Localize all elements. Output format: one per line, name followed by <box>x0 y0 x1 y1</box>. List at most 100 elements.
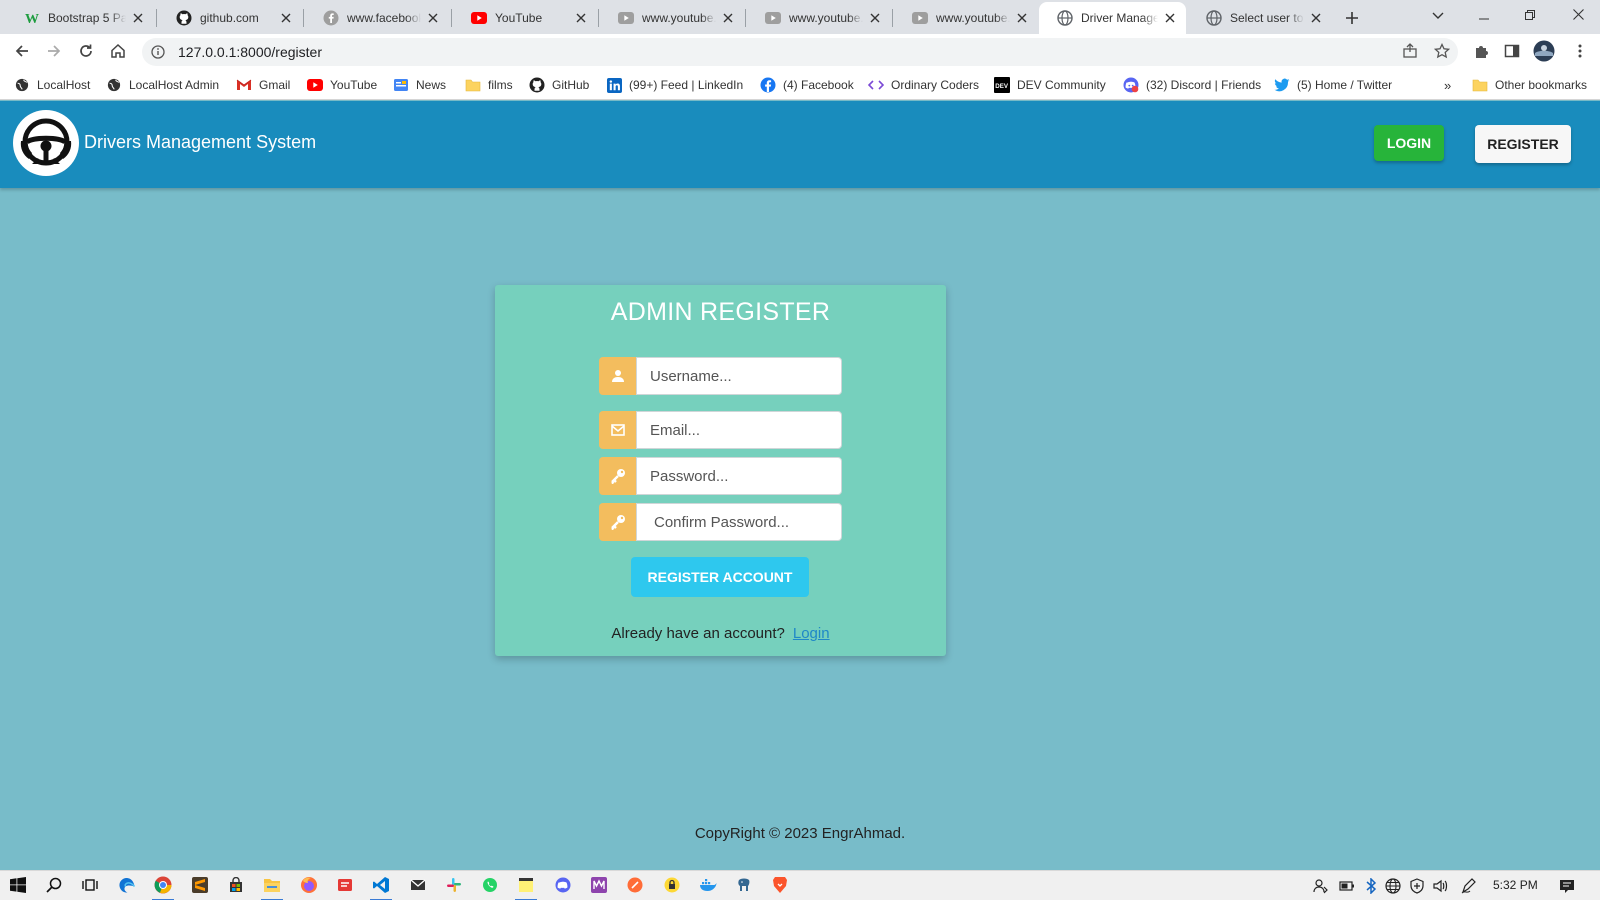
youtube-icon <box>471 10 487 26</box>
taskbar-clock[interactable]: 5:32 PM <box>1493 878 1538 892</box>
taskbar-whatsapp[interactable] <box>475 874 505 898</box>
profile-button[interactable] <box>1530 38 1558 66</box>
tab-youtube-2[interactable]: www.youtube.com <box>600 2 744 34</box>
extensions-button[interactable] <box>1467 38 1495 66</box>
close-icon[interactable] <box>1162 10 1178 26</box>
confirm-password-input[interactable] <box>636 503 842 541</box>
nav-register-button[interactable]: REGISTER <box>1475 125 1571 163</box>
tab-driver-management[interactable]: Driver Management System <box>1039 2 1186 34</box>
taskbar-firefox[interactable] <box>294 874 324 898</box>
tab-bootstrap-pagination[interactable]: W Bootstrap 5 Pagination <box>6 2 154 34</box>
bookmark-gmail[interactable]: Gmail <box>236 75 290 95</box>
bookmarks-overflow-button[interactable]: » <box>1444 75 1451 95</box>
notification-icon[interactable] <box>1558 877 1576 895</box>
close-icon[interactable] <box>130 10 146 26</box>
tab-facebook[interactable]: www.facebook.com <box>305 2 449 34</box>
tab-youtube-3[interactable]: www.youtube.com <box>747 2 891 34</box>
bookmark-facebook[interactable]: (4) Facebook <box>760 75 854 95</box>
username-input[interactable] <box>636 357 842 395</box>
start-button[interactable] <box>3 874 33 898</box>
bookmark-twitter[interactable]: (5) Home / Twitter <box>1274 75 1392 95</box>
network-globe-icon[interactable] <box>1384 877 1402 895</box>
taskbar-chrome[interactable] <box>148 874 178 900</box>
taskbar-postman[interactable] <box>620 874 650 898</box>
tab-github[interactable]: github.com <box>158 2 302 34</box>
taskbar-search-button[interactable] <box>39 874 69 898</box>
steering-wheel-logo[interactable] <box>13 110 79 176</box>
taskbar-store[interactable] <box>221 874 251 898</box>
bluetooth-icon[interactable] <box>1362 877 1380 895</box>
already-have-account-text: Already have an account? <box>611 625 785 642</box>
taskbar-discord[interactable] <box>548 874 578 898</box>
close-icon[interactable] <box>1308 10 1324 26</box>
tab-search-button[interactable] <box>1416 0 1460 32</box>
minimize-button[interactable] <box>1462 0 1506 32</box>
reload-button[interactable] <box>72 38 100 66</box>
shield-icon[interactable] <box>1408 877 1426 895</box>
store-icon <box>228 876 244 896</box>
taskbar-edge[interactable] <box>112 874 142 898</box>
tab-youtube[interactable]: YouTube <box>453 2 597 34</box>
key-icon <box>599 503 636 541</box>
register-account-button[interactable]: REGISTER ACCOUNT <box>631 557 809 597</box>
bookmark-star-button[interactable] <box>1428 38 1456 66</box>
notes-app-icon <box>337 877 353 896</box>
home-button[interactable] <box>104 38 132 66</box>
taskbar-mail[interactable] <box>403 874 433 898</box>
close-icon[interactable] <box>1014 10 1030 26</box>
username-field-group <box>599 357 842 395</box>
restore-button[interactable] <box>1508 0 1552 32</box>
bookmark-localhost[interactable]: LocalHost <box>14 75 90 95</box>
tab-youtube-4[interactable]: www.youtube.com <box>894 2 1038 34</box>
taskbar-app-red[interactable] <box>330 874 360 898</box>
info-icon[interactable] <box>150 44 166 60</box>
bookmark-youtube[interactable]: YouTube <box>307 75 377 95</box>
forward-button[interactable] <box>40 38 68 66</box>
taskbar-vscode[interactable] <box>366 874 396 900</box>
taskbar-slack[interactable] <box>439 874 469 898</box>
close-icon[interactable] <box>720 10 736 26</box>
taskbar-app-yellow[interactable] <box>657 874 687 898</box>
taskbar-docker[interactable] <box>693 874 723 898</box>
taskbar-postgresql[interactable] <box>729 874 759 898</box>
nav-login-button[interactable]: LOGIN <box>1374 125 1444 161</box>
close-icon[interactable] <box>867 10 883 26</box>
people-icon[interactable] <box>1312 877 1330 895</box>
battery-icon[interactable] <box>1338 877 1356 895</box>
email-input[interactable] <box>636 411 842 449</box>
side-panel-button[interactable] <box>1498 38 1526 66</box>
back-button[interactable] <box>8 38 36 66</box>
task-view-button[interactable] <box>75 874 105 898</box>
bookmark-linkedin[interactable]: (99+) Feed | LinkedIn <box>606 75 743 95</box>
bookmark-other-bookmarks[interactable]: Other bookmarks <box>1472 75 1587 95</box>
bookmark-localhost-admin[interactable]: LocalHost Admin <box>106 75 219 95</box>
bookmark-news[interactable]: News <box>393 75 446 95</box>
close-window-button[interactable] <box>1556 0 1600 32</box>
bookmark-ordinary-coders[interactable]: Ordinary Coders <box>868 75 979 95</box>
close-icon[interactable] <box>278 10 294 26</box>
password-input[interactable] <box>636 457 842 495</box>
gmail-icon <box>236 77 252 93</box>
pen-icon[interactable] <box>1460 877 1478 895</box>
bookmark-films[interactable]: films <box>465 75 513 95</box>
share-button[interactable] <box>1396 38 1424 66</box>
menu-button[interactable] <box>1566 38 1594 66</box>
app-brand-title[interactable]: Drivers Management System <box>84 132 316 153</box>
tab-select-user[interactable]: Select user to change <box>1188 2 1332 34</box>
taskbar-mysql-workbench[interactable] <box>584 874 614 898</box>
address-bar[interactable]: 127.0.0.1:8000/register <box>142 38 1458 66</box>
taskbar-sublime[interactable] <box>185 874 215 898</box>
url-text[interactable]: 127.0.0.1:8000/register <box>178 44 322 60</box>
close-icon[interactable] <box>425 10 441 26</box>
volume-icon[interactable] <box>1432 877 1450 895</box>
bookmark-discord[interactable]: (32) Discord | Friends <box>1123 75 1261 95</box>
taskbar-brave[interactable] <box>765 874 795 898</box>
bookmark-github[interactable]: GitHub <box>529 75 589 95</box>
login-link[interactable]: Login <box>793 625 830 642</box>
close-icon[interactable] <box>573 10 589 26</box>
taskbar-file-explorer[interactable] <box>257 874 287 900</box>
bookmark-dev-community[interactable]: DEV DEV Community <box>994 75 1106 95</box>
new-tab-button[interactable] <box>1338 5 1366 33</box>
taskbar-sticky-notes[interactable] <box>511 874 541 900</box>
folder-icon <box>1472 77 1488 93</box>
